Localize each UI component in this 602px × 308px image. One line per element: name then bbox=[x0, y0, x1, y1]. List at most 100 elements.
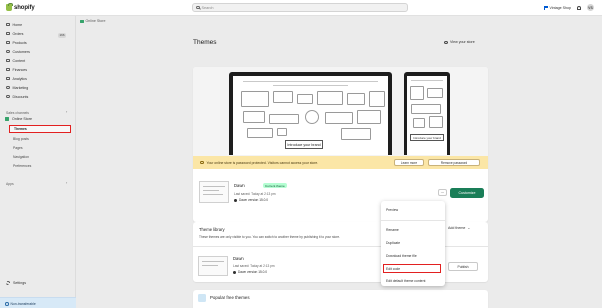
theme-actions-menu: Preview Rename Duplicate Download theme … bbox=[381, 201, 445, 286]
orders-count-badge: 166 bbox=[58, 33, 67, 38]
check-icon bbox=[234, 198, 237, 202]
non-transferable-banner[interactable]: Non-transferable bbox=[0, 297, 76, 308]
banner-text: Your online store is password protected.… bbox=[206, 160, 319, 165]
sidebar-item-label: Orders bbox=[12, 31, 24, 36]
theme-actions-button[interactable]: ··· bbox=[438, 189, 447, 196]
sidebar-item-discounts[interactable]: Discounts bbox=[6, 94, 28, 99]
library-theme-version: Dawn version 15.0.0 bbox=[233, 270, 267, 274]
theme-preview[interactable]: Introduce your brand Introduce your bran… bbox=[193, 67, 488, 156]
sidebar-item-finances[interactable]: Finances bbox=[6, 67, 27, 72]
mobile-preview: Introduce your brand bbox=[404, 72, 450, 155]
avatar[interactable]: VS bbox=[587, 4, 594, 11]
chevron-right-icon[interactable]: › bbox=[66, 181, 67, 185]
sidebar-item-settings[interactable]: Settings bbox=[6, 281, 26, 285]
menu-item-download[interactable]: Download theme file bbox=[386, 254, 417, 258]
customize-button[interactable]: Customize bbox=[450, 188, 484, 198]
sidebar-item-label: Customers bbox=[12, 49, 30, 54]
menu-divider bbox=[381, 220, 445, 221]
remove-password-button[interactable]: Remove password bbox=[428, 159, 480, 166]
sidebar-item-label: Home bbox=[12, 22, 23, 27]
desktop-preview: Introduce your brand bbox=[229, 72, 392, 155]
menu-item-rename[interactable]: Rename bbox=[386, 228, 399, 232]
sidebar-item-products[interactable]: Products bbox=[6, 40, 27, 45]
subnav-preferences[interactable]: Preferences bbox=[13, 164, 31, 168]
breadcrumb[interactable]: Online Store bbox=[80, 19, 105, 23]
orders-icon bbox=[6, 31, 10, 36]
subnav-themes[interactable]: Themes bbox=[9, 125, 71, 133]
logo-text: shopify bbox=[14, 4, 35, 11]
learn-more-button[interactable]: Learn more bbox=[394, 159, 424, 166]
chart-icon bbox=[6, 76, 10, 81]
current-theme-card: Introduce your brand Introduce your bran… bbox=[193, 67, 488, 222]
theme-thumbnail bbox=[199, 181, 229, 203]
eye-icon bbox=[444, 40, 448, 44]
version-label: Dawn version 15.0.0 bbox=[238, 270, 268, 274]
person-icon bbox=[6, 49, 10, 54]
sidebar-item-label: Analytics bbox=[12, 76, 27, 81]
current-theme-name: Dawn bbox=[234, 183, 245, 188]
breadcrumb-label: Online Store bbox=[85, 19, 106, 23]
sidebar-item-marketing[interactable]: Marketing bbox=[6, 85, 28, 90]
sidebar: Home Orders 166 Products Customers Conte… bbox=[0, 16, 76, 308]
subnav-navigation[interactable]: Navigation bbox=[13, 155, 29, 159]
chevron-down-icon: ⌄ bbox=[467, 226, 471, 230]
search-icon bbox=[196, 5, 200, 10]
discount-icon bbox=[6, 94, 10, 99]
sidebar-item-orders[interactable]: Orders bbox=[6, 31, 23, 36]
menu-item-duplicate[interactable]: Duplicate bbox=[386, 241, 400, 245]
sidebar-item-label: Finances bbox=[12, 67, 28, 72]
menu-item-preview[interactable]: Preview bbox=[386, 208, 398, 212]
menu-item-edit-code[interactable]: Edit code bbox=[383, 264, 441, 273]
chevron-right-icon[interactable]: › bbox=[66, 110, 67, 114]
search-input[interactable]: Search bbox=[192, 3, 408, 12]
sidebar-item-label: Marketing bbox=[12, 85, 29, 90]
password-banner: Your online store is password protected.… bbox=[193, 156, 488, 169]
shopify-bag-icon bbox=[6, 2, 13, 11]
flag-icon bbox=[544, 5, 548, 10]
current-theme-version: Dawn version 15.0.0 bbox=[234, 198, 268, 202]
target-icon bbox=[6, 85, 10, 90]
mobile-screen: Introduce your brand bbox=[407, 76, 447, 155]
store-switcher[interactable]: Vintage Shop bbox=[544, 5, 571, 10]
add-theme-label: Add theme bbox=[448, 226, 466, 230]
sidebar-item-analytics[interactable]: Analytics bbox=[6, 76, 27, 81]
sidebar-item-home[interactable]: Home bbox=[6, 22, 22, 27]
page-title: Themes bbox=[193, 39, 217, 46]
search-placeholder: Search bbox=[201, 5, 214, 10]
mobile-intro-box: Introduce your brand bbox=[410, 134, 444, 141]
store-name: Vintage Shop bbox=[549, 5, 571, 10]
info-icon bbox=[5, 302, 9, 306]
sidebar-item-label: Settings bbox=[13, 281, 26, 285]
check-icon bbox=[233, 270, 236, 274]
view-store-link[interactable]: View your store bbox=[444, 40, 475, 44]
sidebar-item-label: Online Store bbox=[12, 117, 32, 121]
desktop-intro-box: Introduce your brand bbox=[285, 140, 323, 149]
sidebar-item-label: Content bbox=[12, 58, 26, 63]
popular-themes-title: Popular free themes bbox=[210, 295, 250, 300]
top-bar: shopify Search Vintage Shop VS bbox=[0, 0, 602, 16]
sidebar-item-label: Products bbox=[12, 40, 27, 45]
content-icon bbox=[6, 58, 10, 63]
sidebar-item-content[interactable]: Content bbox=[6, 58, 25, 63]
store-icon bbox=[80, 19, 84, 23]
menu-item-edit-content[interactable]: Edit default theme content bbox=[386, 279, 425, 283]
sidebar-item-customers[interactable]: Customers bbox=[6, 49, 30, 54]
popular-themes-card: Popular free themes bbox=[193, 290, 488, 308]
subnav-blog-posts[interactable]: Blog posts bbox=[13, 137, 29, 141]
sidebar-item-online-store[interactable]: Online Store bbox=[5, 117, 32, 121]
library-theme-thumbnail bbox=[198, 256, 228, 276]
warning-icon bbox=[200, 160, 204, 165]
themes-grid-icon bbox=[198, 294, 206, 302]
non-transferable-label: Non-transferable bbox=[10, 302, 36, 306]
gear-icon bbox=[6, 281, 10, 285]
subnav-pages[interactable]: Pages bbox=[13, 146, 23, 150]
publish-button[interactable]: Publish bbox=[448, 262, 478, 271]
current-theme-saved: Last saved: Today at 2:13 pm bbox=[234, 192, 276, 196]
shopify-logo[interactable]: shopify bbox=[6, 2, 35, 11]
theme-library-description: These themes are only visible to you. Yo… bbox=[199, 235, 341, 239]
bell-icon[interactable] bbox=[577, 5, 581, 10]
sales-channels-label: Sales channels bbox=[6, 111, 29, 115]
add-theme-button[interactable]: Add theme ⌄ bbox=[448, 226, 470, 230]
bank-icon bbox=[6, 67, 10, 72]
library-theme-saved: Last saved: Today at 2:13 pm bbox=[233, 264, 275, 268]
